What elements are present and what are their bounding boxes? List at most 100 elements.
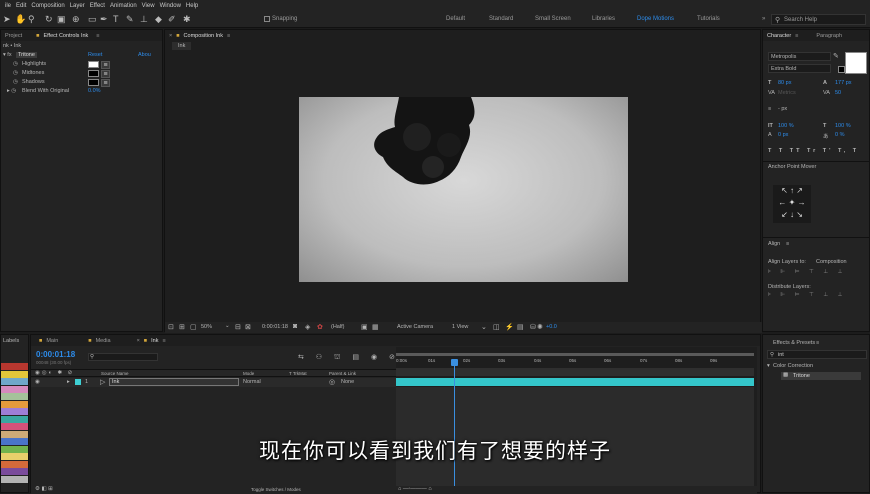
workspace-dope-motions[interactable]: Dope Motions [637,16,674,22]
tracking-value[interactable]: 50 [835,90,841,96]
label-color-swatch[interactable] [1,475,28,483]
footer-icons[interactable]: ⚙ ◧ ⊞ [35,486,53,492]
stopwatch-icon[interactable]: ◷ [13,70,18,76]
resolution-select[interactable]: (Half) [331,324,344,330]
eyedropper-icon[interactable]: ✎ [833,52,839,60]
expand-arrow-icon[interactable]: ▸ [67,379,70,385]
playhead-line[interactable] [454,362,455,494]
effect-name[interactable]: Tritone [16,52,37,58]
label-color-swatch[interactable] [1,385,28,393]
color-channel-icon[interactable]: ✿ [317,323,323,331]
eyedropper-icon[interactable]: ≡ [101,61,110,69]
chevron-down-icon[interactable]: ⌄ [225,323,230,329]
viewer-timecode[interactable]: 0:00:01:18 [262,324,288,330]
label-color-swatch[interactable] [1,415,28,423]
workspace-default[interactable]: Default [446,16,465,22]
tab-character[interactable]: Character [767,33,791,39]
work-area-bar[interactable] [396,353,754,356]
menu-file[interactable]: ile [5,3,11,9]
about-button[interactable]: Abou [138,52,151,58]
timeline-timecode[interactable]: 0:00:01:18 [36,350,75,359]
label-color-swatch[interactable] [1,393,28,400]
exposure-icon[interactable]: ✺ [537,323,543,331]
tab-effect-controls[interactable]: Effect Controls Ink [43,33,88,39]
layer-parent-select[interactable]: None [341,379,354,385]
highlights-swatch[interactable] [88,61,99,68]
pan-behind-icon[interactable]: ⊕ [72,14,80,25]
flowchart-icon[interactable]: ⛁ [530,323,536,331]
workspace-overflow-icon[interactable]: » [762,16,765,22]
stopwatch-icon[interactable]: ◷ [13,79,18,85]
effects-category[interactable]: Color Correction [773,363,813,369]
panel-menu-icon[interactable]: ≡ [227,33,230,39]
effect-item-tritone[interactable]: ▩ Tritone [781,372,861,380]
menu-view[interactable]: View [142,3,155,9]
close-icon[interactable]: × [169,33,172,39]
selection-tool-icon[interactable]: ➤ [3,14,11,25]
menu-effect[interactable]: Effect [90,3,105,9]
camera-select[interactable]: Active Camera [397,324,433,330]
menu-animation[interactable]: Animation [110,3,137,9]
align-to-select[interactable]: Composition [816,259,847,265]
lock-icon[interactable]: ■ [36,33,39,39]
close-icon[interactable]: × [137,338,140,344]
timeline-track-area[interactable]: 0:00s 01s 02s 03s 04s 05s 06s 07s 08s 09… [396,347,757,494]
font-style-select[interactable]: Extra Bold [768,64,831,73]
workspace-tutorials[interactable]: Tutorials [697,16,720,22]
label-color-swatch[interactable] [1,408,28,415]
stopwatch-icon[interactable]: ◷ [13,61,18,67]
tab-main[interactable]: Main [46,338,58,344]
reset-button[interactable]: Reset [88,52,102,58]
col-mode[interactable]: Mode [243,371,254,376]
leading-value[interactable]: 177 px [835,80,852,86]
toggle-switches-modes[interactable]: Toggle Switches / Modes [251,487,301,492]
timeline-search-input[interactable]: ⚲ [88,353,158,361]
region-icon[interactable]: ⊠ [245,323,251,331]
menu-window[interactable]: Window [160,3,181,9]
tab-composition[interactable]: Composition Ink [184,33,223,39]
panel-menu-icon[interactable]: ≡ [795,33,798,39]
menu-help[interactable]: Help [186,3,198,9]
stroke-width-value[interactable]: - px [778,106,787,112]
pickwhip-icon[interactable]: ◎ [329,378,335,386]
tab-paragraph[interactable]: Paragraph [816,33,842,39]
zoom-slider[interactable]: ⌂ —◦——— ⌂ [398,486,432,492]
grid-icon[interactable]: ⊞ [179,323,185,331]
timeline-icon[interactable]: ▤ [517,323,524,331]
fit-icon[interactable]: ⊟ [235,323,241,331]
rotate-tool-icon[interactable]: ↻ [45,14,53,25]
layer-duration-bar[interactable] [396,378,754,386]
zoom-tool-icon[interactable]: ⚲ [28,14,35,25]
blend-value[interactable]: 0.0% [88,88,101,94]
workspace-small-screen[interactable]: Small Screen [535,16,571,22]
anchor-point-grid[interactable]: ↖ ↑ ↗ ← ✦ → ↙ ↓ ↘ [773,185,811,223]
label-color-swatch[interactable] [1,370,28,378]
tab-ink[interactable]: Ink [151,338,158,344]
snapping-checkbox[interactable] [264,16,270,22]
zoom-level[interactable]: 50% [201,324,212,330]
view-layout-select[interactable]: 1 View [452,324,468,330]
transparency-grid-icon[interactable]: ▦ [372,323,379,331]
timeline-switch-icons[interactable]: ⇆ ⚇ ⛫ ▤ ◉ ⊘ [298,353,400,362]
tsume-value[interactable]: 0 % [835,132,844,138]
roto-brush-icon[interactable]: ✐ [168,14,176,25]
clone-stamp-icon[interactable]: ⊥ [140,14,148,25]
chevron-down-icon[interactable]: ⌄ [481,323,487,331]
panel-menu-icon[interactable]: ≡ [816,340,819,346]
toggle-pixel-icon[interactable]: ◫ [493,323,500,331]
vertical-scale-value[interactable]: 100 % [778,123,794,129]
col-trkmat[interactable]: T TrkMat [289,371,307,376]
panel-menu-icon[interactable]: ≡ [96,33,99,39]
show-snapshot-icon[interactable]: ◈ [305,323,310,331]
label-color-swatch[interactable] [1,400,28,408]
faux-style-buttons[interactable]: T T TT Tr T' T, T [768,148,859,154]
label-color-swatch[interactable] [1,378,28,385]
workspace-standard[interactable]: Standard [489,16,513,22]
font-family-select[interactable]: Metropolis [768,52,831,61]
stroke-color-swatch[interactable] [838,66,845,73]
brush-tool-icon[interactable]: ✎ [126,14,134,25]
menu-composition[interactable]: Composition [31,3,64,9]
effects-search-input[interactable]: ⚲ int [767,350,867,359]
col-source-name[interactable]: Source Name [101,371,129,376]
exposure-value[interactable]: +0.0 [546,324,557,330]
